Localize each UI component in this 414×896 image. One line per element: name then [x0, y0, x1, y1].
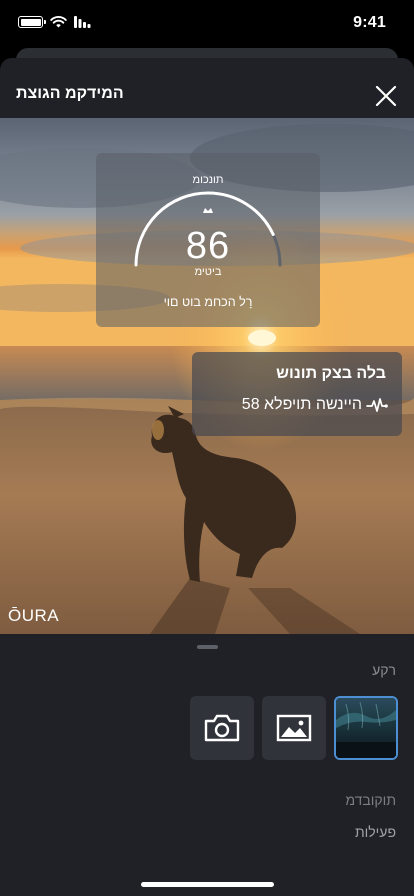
status-icons [18, 16, 92, 28]
home-indicator [141, 882, 274, 887]
crown-icon [203, 208, 213, 213]
readiness-rating: ביטימ [194, 266, 222, 278]
camera-button[interactable] [190, 696, 254, 760]
background-options [190, 696, 398, 760]
hrv-title: בלה בצק תונוש [276, 365, 386, 382]
wifi-icon [50, 16, 67, 28]
battery-icon [18, 16, 46, 28]
camera-icon [204, 714, 240, 742]
share-image-preview: תונכומ 86 ביטימ רָל הכחמ בוט םוי בלה בצק… [0, 118, 414, 634]
readiness-card: תונכומ 86 ביטימ רָל הכחמ בוט םוי [96, 153, 320, 327]
sheet-header: המידקמ הגוצת [0, 58, 414, 118]
section-label-background: רקע [372, 662, 396, 678]
section-label-activity: פעילות [354, 824, 396, 840]
close-icon[interactable] [372, 82, 400, 110]
aurora-background-option[interactable] [334, 696, 398, 760]
heart-rate-icon [366, 398, 388, 412]
hrv-card: בלה בצק תונוש 58 היינשה תויפלא [192, 352, 402, 436]
readiness-title: תונכומ [192, 174, 224, 186]
sheet-title: המידקמ הגוצת [16, 85, 124, 102]
image-icon [276, 714, 312, 742]
aurora-thumbnail [336, 698, 396, 758]
readiness-score: 86 [185, 225, 231, 267]
status-time: 9:41 [353, 14, 386, 31]
gallery-button[interactable] [262, 696, 326, 760]
hrv-value: 58 היינשה תויפלא [241, 396, 362, 413]
hrv-row: 58 היינשה תויפלא [242, 396, 388, 414]
cellular-signal-icon [74, 16, 91, 28]
share-sheet: המידקמ הגוצת תונכומ 86 ביטימ רָל הכחמ בו… [0, 58, 414, 896]
oura-logo: ŌURA [8, 606, 60, 625]
readiness-caption: רָל הכחמ בוט םוי [163, 295, 253, 309]
drag-handle[interactable] [197, 645, 218, 649]
status-bar: 9:41 [0, 0, 414, 50]
section-label-stickers: תוקובדמ [345, 792, 396, 808]
